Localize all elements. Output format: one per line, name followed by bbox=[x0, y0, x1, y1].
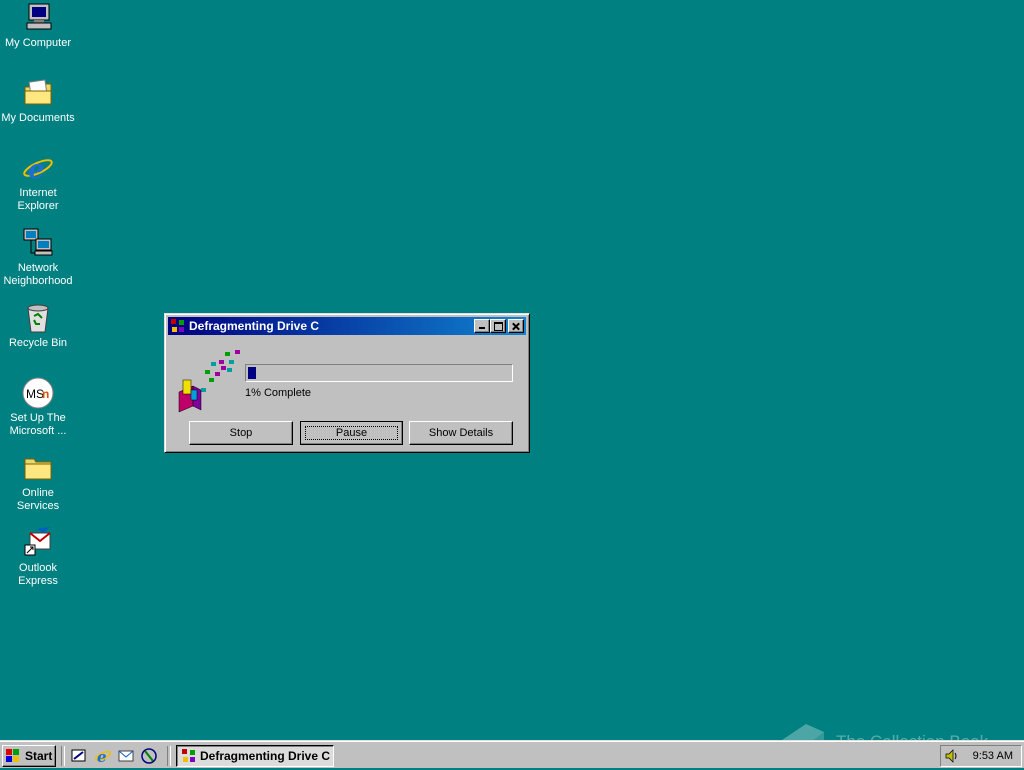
progress-fill bbox=[248, 367, 256, 379]
start-button[interactable]: Start bbox=[2, 745, 56, 767]
desktop-icon-recycle-bin[interactable]: Recycle Bin bbox=[0, 302, 76, 350]
window-title: Defragmenting Drive C bbox=[189, 319, 320, 333]
taskbar: Start e Defragmenting Drive C 9:53 AM bbox=[0, 740, 1024, 768]
minimize-button[interactable] bbox=[474, 319, 490, 333]
folder-icon bbox=[22, 452, 54, 484]
taskbar-button-label: Defragmenting Drive C bbox=[200, 749, 331, 763]
desktop-icon-network-neighborhood[interactable]: Network Neighborhood bbox=[0, 227, 76, 288]
title-bar[interactable]: Defragmenting Drive C bbox=[168, 317, 526, 335]
outlook-express-icon bbox=[22, 527, 54, 559]
start-label: Start bbox=[25, 749, 53, 763]
taskbar-separator bbox=[167, 746, 171, 766]
close-button[interactable] bbox=[508, 319, 524, 333]
network-neighborhood-icon bbox=[22, 227, 54, 259]
desktop-icon-my-documents[interactable]: My Documents bbox=[0, 77, 76, 125]
desktop-icon-internet-explorer[interactable]: e Internet Explorer bbox=[0, 152, 76, 213]
desktop-icon-my-computer[interactable]: My Computer bbox=[0, 2, 76, 50]
my-documents-icon bbox=[22, 77, 54, 109]
desktop-icon-label: Online Services bbox=[16, 487, 60, 512]
stop-button-label: Stop bbox=[229, 427, 253, 439]
svg-text:n: n bbox=[42, 387, 49, 401]
channels-icon[interactable] bbox=[140, 747, 158, 765]
progress-bar bbox=[245, 364, 513, 382]
desktop-icon-label: My Documents bbox=[1, 112, 75, 124]
windows-logo-icon bbox=[6, 749, 20, 763]
maximize-button[interactable] bbox=[490, 319, 506, 333]
desktop-icon-label: Recycle Bin bbox=[8, 337, 68, 349]
recycle-bin-icon bbox=[22, 302, 54, 334]
svg-text:e: e bbox=[28, 155, 45, 184]
stop-button[interactable]: Stop bbox=[189, 421, 293, 445]
svg-text:e: e bbox=[97, 748, 107, 765]
progress-text: 1% Complete bbox=[245, 387, 312, 399]
clock[interactable]: 9:53 AM bbox=[973, 746, 1013, 766]
internet-explorer-icon[interactable]: e bbox=[94, 747, 112, 766]
desktop-icon-label: My Computer bbox=[4, 37, 72, 49]
defrag-dialog: Defragmenting Drive C 1% Complete Stop P… bbox=[164, 313, 530, 453]
my-computer-icon bbox=[22, 2, 54, 34]
volume-icon[interactable] bbox=[944, 748, 960, 764]
show-details-button[interactable]: Show Details bbox=[409, 421, 513, 445]
system-tray: 9:53 AM bbox=[940, 745, 1022, 767]
desktop-icon-label: Set Up The Microsoft ... bbox=[9, 412, 67, 437]
desktop-icon-label: Outlook Express bbox=[18, 562, 58, 587]
internet-explorer-icon: e bbox=[22, 152, 54, 185]
defrag-icon bbox=[170, 318, 186, 334]
defrag-icon bbox=[181, 748, 197, 764]
taskbar-button-defrag[interactable]: Defragmenting Drive C bbox=[176, 745, 334, 767]
show-desktop-icon[interactable] bbox=[70, 747, 88, 765]
msn-icon: MS n bbox=[22, 377, 54, 409]
desktop-icon-label: Network Neighborhood bbox=[3, 262, 73, 287]
taskbar-separator bbox=[61, 746, 65, 766]
desktop-icon-setup-msn[interactable]: MS n Set Up The Microsoft ... bbox=[0, 377, 76, 438]
outlook-express-icon[interactable] bbox=[117, 747, 135, 765]
desktop-icon-outlook-express[interactable]: Outlook Express bbox=[0, 527, 76, 588]
focus-rectangle bbox=[305, 426, 398, 440]
desktop-icon-label: Internet Explorer bbox=[17, 187, 59, 212]
show-details-button-label: Show Details bbox=[428, 427, 494, 439]
defrag-animation-icon bbox=[175, 348, 243, 414]
desktop-icon-online-services[interactable]: Online Services bbox=[0, 452, 76, 513]
pause-button[interactable]: Pause bbox=[300, 421, 403, 445]
